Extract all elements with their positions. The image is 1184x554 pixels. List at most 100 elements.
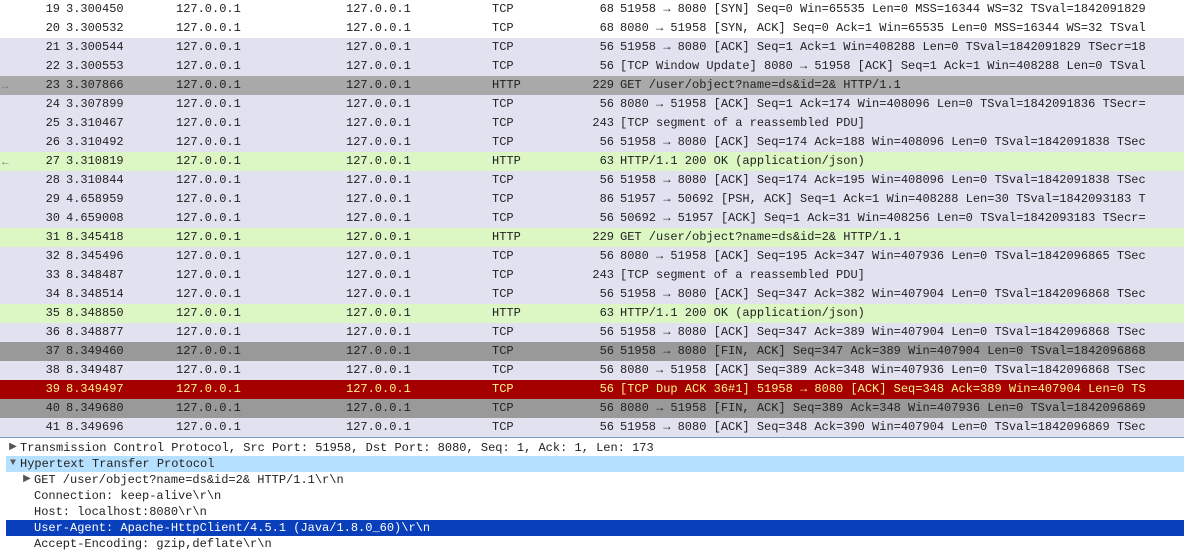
packet-row[interactable]: 398.349497127.0.0.1127.0.0.1TCP56[TCP Du… (0, 380, 1184, 399)
packet-destination: 127.0.0.1 (346, 38, 492, 57)
packet-info: [TCP Dup ACK 36#1] 51958 → 8080 [ACK] Se… (620, 380, 1184, 399)
packet-length: 56 (572, 247, 620, 266)
expand-triangle-icon[interactable]: ▶ (6, 440, 20, 456)
packet-row[interactable]: 348.348514127.0.0.1127.0.0.1TCP5651958 →… (0, 285, 1184, 304)
packet-protocol: TCP (492, 190, 572, 209)
detail-http-user-agent[interactable]: User-Agent: Apache-HttpClient/4.5.1 (Jav… (6, 520, 1184, 536)
packet-time: 3.300553 (66, 57, 176, 76)
packet-length: 56 (572, 418, 620, 437)
packet-source: 127.0.0.1 (176, 57, 346, 76)
packet-time: 8.348514 (66, 285, 176, 304)
packet-length: 56 (572, 285, 620, 304)
http-connection-text: Connection: keep-alive\r\n (34, 488, 221, 504)
packet-info: 50692 → 51957 [ACK] Seq=1 Ack=31 Win=408… (620, 209, 1184, 228)
collapse-triangle-icon[interactable]: ▼ (6, 456, 20, 472)
packet-no: 25 (24, 114, 66, 133)
packet-source: 127.0.0.1 (176, 0, 346, 19)
packet-protocol: TCP (492, 133, 572, 152)
packet-info: 51958 → 8080 [SYN] Seq=0 Win=65535 Len=0… (620, 0, 1184, 19)
packet-details-pane[interactable]: ▶ Transmission Control Protocol, Src Por… (0, 438, 1184, 554)
packet-length: 229 (572, 228, 620, 247)
packet-info: [TCP Window Update] 8080 → 51958 [ACK] S… (620, 57, 1184, 76)
packet-no: 26 (24, 133, 66, 152)
packet-time: 3.307866 (66, 76, 176, 95)
detail-http-title[interactable]: ▼ Hypertext Transfer Protocol (6, 456, 1184, 472)
packet-destination: 127.0.0.1 (346, 266, 492, 285)
packet-time: 8.349487 (66, 361, 176, 380)
packet-row[interactable]: 358.348850127.0.0.1127.0.0.1HTTP63HTTP/1… (0, 304, 1184, 323)
packet-row[interactable]: 294.658959127.0.0.1127.0.0.1TCP8651957 →… (0, 190, 1184, 209)
http-request-line-text: GET /user/object?name=ds&id=2& HTTP/1.1\… (34, 472, 344, 488)
packet-source: 127.0.0.1 (176, 418, 346, 437)
packet-info: 51958 → 8080 [ACK] Seq=348 Ack=390 Win=4… (620, 418, 1184, 437)
packet-no: 24 (24, 95, 66, 114)
packet-row[interactable]: 253.310467127.0.0.1127.0.0.1TCP243[TCP s… (0, 114, 1184, 133)
packet-source: 127.0.0.1 (176, 190, 346, 209)
packet-source: 127.0.0.1 (176, 266, 346, 285)
packet-row[interactable]: 378.349460127.0.0.1127.0.0.1TCP5651958 →… (0, 342, 1184, 361)
packet-source: 127.0.0.1 (176, 133, 346, 152)
packet-row[interactable]: 213.300544127.0.0.1127.0.0.1TCP5651958 →… (0, 38, 1184, 57)
packet-length: 68 (572, 19, 620, 38)
packet-time: 8.349497 (66, 380, 176, 399)
packet-length: 56 (572, 95, 620, 114)
packet-length: 229 (572, 76, 620, 95)
packet-info: 51958 → 8080 [ACK] Seq=1 Ack=1 Win=40828… (620, 38, 1184, 57)
packet-source: 127.0.0.1 (176, 209, 346, 228)
packet-destination: 127.0.0.1 (346, 285, 492, 304)
packet-time: 8.345496 (66, 247, 176, 266)
packet-no: 23 (24, 76, 66, 95)
packet-no: 35 (24, 304, 66, 323)
detail-tcp-summary[interactable]: ▶ Transmission Control Protocol, Src Por… (6, 440, 1184, 456)
packet-info: 8080 → 51958 [FIN, ACK] Seq=389 Ack=348 … (620, 399, 1184, 418)
packet-row[interactable]: 338.348487127.0.0.1127.0.0.1TCP243[TCP s… (0, 266, 1184, 285)
packet-info: 8080 → 51958 [ACK] Seq=1 Ack=174 Win=408… (620, 95, 1184, 114)
packet-time: 8.349696 (66, 418, 176, 437)
packet-row[interactable]: 243.307899127.0.0.1127.0.0.1TCP568080 → … (0, 95, 1184, 114)
packet-protocol: TCP (492, 19, 572, 38)
packet-info: 8080 → 51958 [ACK] Seq=389 Ack=348 Win=4… (620, 361, 1184, 380)
detail-http-request-line[interactable]: ▶ GET /user/object?name=ds&id=2& HTTP/1.… (6, 472, 1184, 488)
packet-destination: 127.0.0.1 (346, 380, 492, 399)
packet-no: 36 (24, 323, 66, 342)
packet-source: 127.0.0.1 (176, 247, 346, 266)
packet-row[interactable]: 203.300532127.0.0.1127.0.0.1TCP688080 → … (0, 19, 1184, 38)
packet-no: 40 (24, 399, 66, 418)
packet-info: [TCP segment of a reassembled PDU] (620, 266, 1184, 285)
packet-row[interactable]: 368.348877127.0.0.1127.0.0.1TCP5651958 →… (0, 323, 1184, 342)
packet-info: HTTP/1.1 200 OK (application/json) (620, 304, 1184, 323)
packet-no: 28 (24, 171, 66, 190)
packet-row[interactable]: →233.307866127.0.0.1127.0.0.1HTTP229GET … (0, 76, 1184, 95)
packet-list[interactable]: 193.300450127.0.0.1127.0.0.1TCP6851958 →… (0, 0, 1184, 438)
detail-http-connection[interactable]: Connection: keep-alive\r\n (6, 488, 1184, 504)
detail-http-host[interactable]: Host: localhost:8080\r\n (6, 504, 1184, 520)
packet-row[interactable]: 304.659008127.0.0.1127.0.0.1TCP5650692 →… (0, 209, 1184, 228)
packet-source: 127.0.0.1 (176, 380, 346, 399)
packet-protocol: TCP (492, 323, 572, 342)
packet-length: 86 (572, 190, 620, 209)
packet-time: 3.307899 (66, 95, 176, 114)
packet-protocol: TCP (492, 342, 572, 361)
packet-row[interactable]: 388.349487127.0.0.1127.0.0.1TCP568080 → … (0, 361, 1184, 380)
packet-row[interactable]: 283.310844127.0.0.1127.0.0.1TCP5651958 →… (0, 171, 1184, 190)
packet-no: 29 (24, 190, 66, 209)
packet-row[interactable]: 263.310492127.0.0.1127.0.0.1TCP5651958 →… (0, 133, 1184, 152)
packet-protocol: HTTP (492, 152, 572, 171)
expand-triangle-icon[interactable]: ▶ (20, 472, 34, 488)
packet-protocol: TCP (492, 171, 572, 190)
packet-row[interactable]: 318.345418127.0.0.1127.0.0.1HTTP229GET /… (0, 228, 1184, 247)
packet-destination: 127.0.0.1 (346, 361, 492, 380)
packet-row[interactable]: ←273.310819127.0.0.1127.0.0.1HTTP63HTTP/… (0, 152, 1184, 171)
packet-length: 68 (572, 0, 620, 19)
packet-row[interactable]: 223.300553127.0.0.1127.0.0.1TCP56[TCP Wi… (0, 57, 1184, 76)
packet-row[interactable]: 193.300450127.0.0.1127.0.0.1TCP6851958 →… (0, 0, 1184, 19)
packet-destination: 127.0.0.1 (346, 418, 492, 437)
packet-time: 4.658959 (66, 190, 176, 209)
packet-row[interactable]: 328.345496127.0.0.1127.0.0.1TCP568080 → … (0, 247, 1184, 266)
packet-row[interactable]: 418.349696127.0.0.1127.0.0.1TCP5651958 →… (0, 418, 1184, 437)
packet-time: 3.310492 (66, 133, 176, 152)
packet-info: [TCP segment of a reassembled PDU] (620, 114, 1184, 133)
packet-row[interactable]: 408.349680127.0.0.1127.0.0.1TCP568080 → … (0, 399, 1184, 418)
detail-http-accept-encoding[interactable]: Accept-Encoding: gzip,deflate\r\n (6, 536, 1184, 552)
packet-source: 127.0.0.1 (176, 171, 346, 190)
